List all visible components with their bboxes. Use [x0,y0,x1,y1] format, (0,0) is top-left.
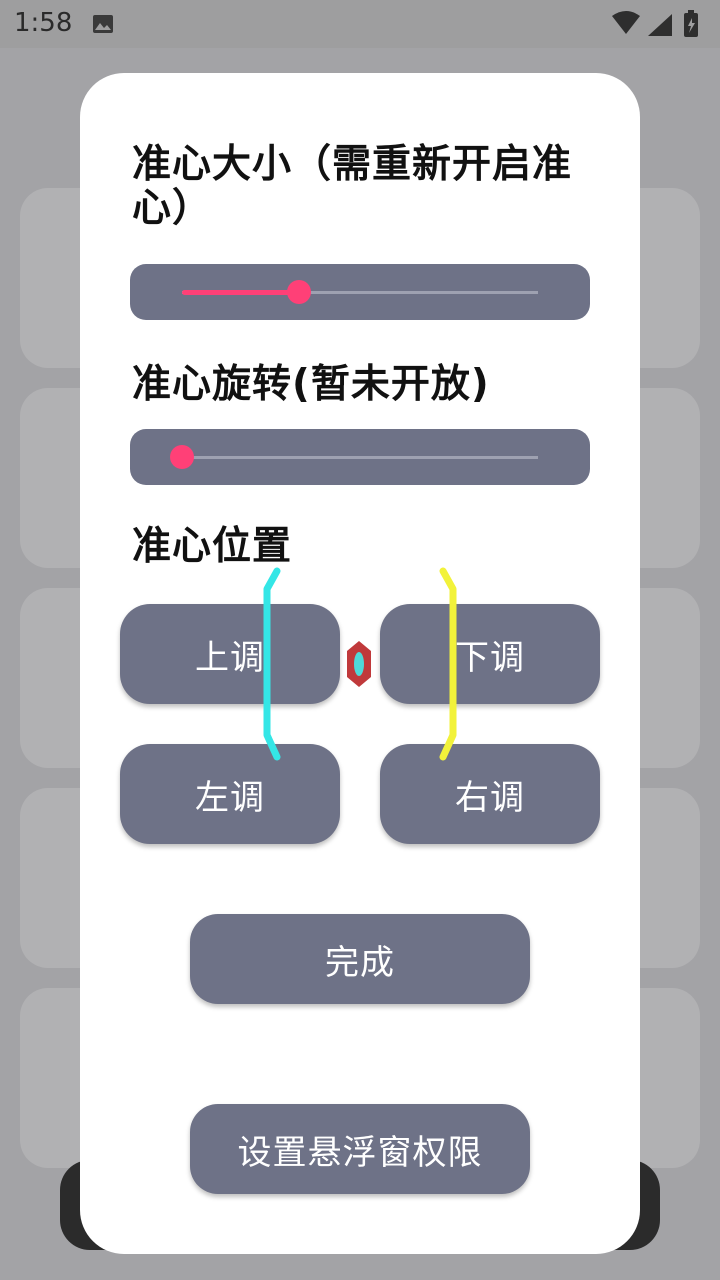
status-time: 1:58 [14,8,73,38]
done-button[interactable]: 完成 [190,914,530,1004]
move-up-button[interactable]: 上调 [120,604,340,704]
move-right-button[interactable]: 右调 [380,744,600,844]
crosshair-settings-dialog: 准心大小（需重新开启准心） 准心旋转(暂未开放) 准心位置 上调 下调 左调 右… [80,73,640,1254]
signal-icon [648,14,672,36]
slider-thumb[interactable] [287,280,312,304]
slider-thumb[interactable] [170,445,194,469]
move-left-button[interactable]: 左调 [120,744,340,844]
status-bar: 1:58 [0,0,720,48]
battery-icon [684,10,698,37]
slider-track [182,456,538,459]
position-label: 准心位置 [132,524,293,569]
image-icon [93,15,113,33]
status-icons [612,10,698,37]
slider-fill [182,290,300,295]
rotation-label: 准心旋转(暂未开放) [132,362,490,407]
move-down-button[interactable]: 下调 [380,604,600,704]
size-label: 准心大小（需重新开启准心） [132,142,573,231]
rotation-slider[interactable] [130,429,590,485]
floating-window-permission-button[interactable]: 设置悬浮窗权限 [190,1104,530,1194]
wifi-icon [612,11,640,34]
size-slider[interactable] [130,264,590,320]
